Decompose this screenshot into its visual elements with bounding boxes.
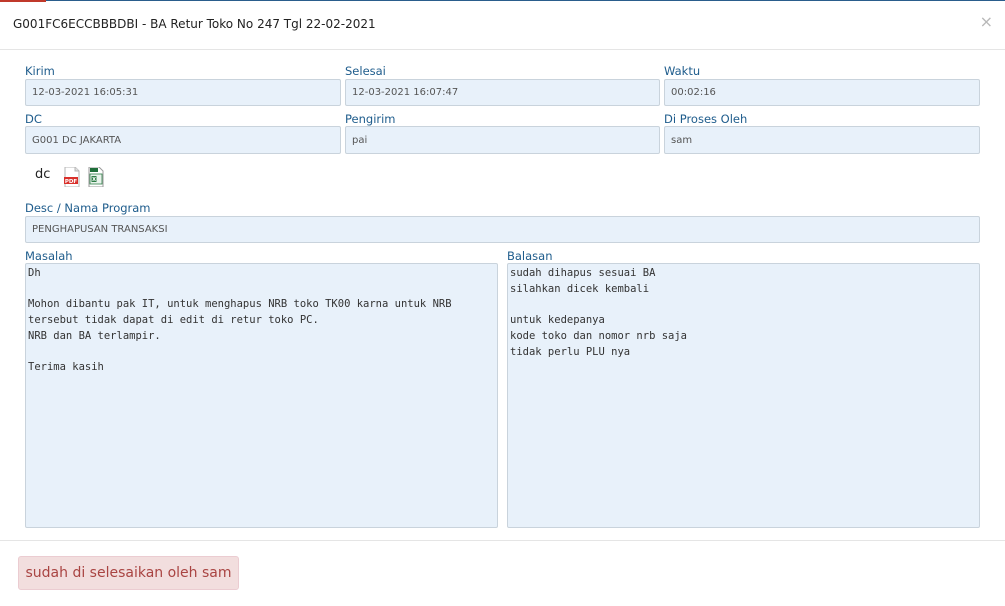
backdrop-bottom-strip — [0, 600, 1005, 606]
diproses-field[interactable]: sam — [664, 126, 980, 154]
status-button[interactable]: sudah di selesaikan oleh sam — [18, 556, 239, 590]
balasan-label: Balasan — [507, 249, 553, 263]
modal-title: G001FC6ECCBBBDBI - BA Retur Toko No 247 … — [13, 17, 376, 31]
masalah-label: Masalah — [25, 249, 73, 263]
selesai-field[interactable]: 12-03-2021 16:07:47 — [345, 79, 660, 106]
pengirim-label: Pengirim — [345, 112, 396, 126]
selesai-label: Selesai — [345, 64, 386, 78]
pengirim-field[interactable]: pai — [345, 126, 660, 154]
dc-field[interactable]: G001 DC JAKARTA — [25, 126, 341, 154]
waktu-field[interactable]: 00:02:16 — [664, 79, 980, 106]
close-icon[interactable]: × — [980, 14, 993, 30]
footer-divider — [0, 540, 1005, 541]
excel-file-icon[interactable]: X — [88, 166, 104, 188]
desc-field[interactable]: PENGHAPUSAN TRANSAKSI — [25, 216, 980, 243]
diproses-label: Di Proses Oleh — [664, 112, 748, 126]
kirim-field[interactable]: 12-03-2021 16:05:31 — [25, 79, 341, 106]
waktu-label: Waktu — [664, 64, 701, 78]
balasan-textarea[interactable]: sudah dihapus sesuai BA silahkan dicek k… — [507, 263, 980, 528]
desc-label: Desc / Nama Program — [25, 201, 151, 215]
svg-text:X: X — [92, 177, 96, 183]
masalah-textarea[interactable]: Dh Mohon dibantu pak IT, untuk menghapus… — [25, 263, 498, 528]
pdf-file-icon[interactable]: PDF — [64, 166, 80, 188]
svg-text:PDF: PDF — [65, 179, 78, 185]
modal-header: G001FC6ECCBBBDBI - BA Retur Toko No 247 … — [0, 0, 1005, 50]
kirim-label: Kirim — [25, 64, 55, 78]
attachment-prefix: dc — [35, 167, 51, 182]
dc-label: DC — [25, 112, 42, 126]
